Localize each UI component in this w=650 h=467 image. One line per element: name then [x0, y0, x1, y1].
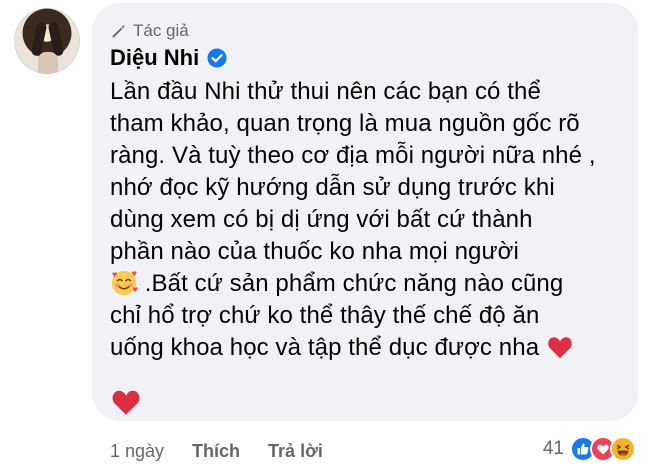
- comment-line: chỉ hổ trợ chứ ko thể thây thế chế độ ăn: [110, 302, 540, 329]
- comment-line: tham khảo, quan trọng là mua nguồn gốc r…: [110, 110, 580, 137]
- verified-badge-icon: [207, 48, 227, 68]
- comment-line: phần nào của thuốc ko nha mọi người: [110, 238, 519, 265]
- comment-line: dùng xem có bị dị ứng với bất cứ thành: [110, 206, 533, 233]
- haha-reaction-icon: [610, 436, 636, 462]
- comment-screenshot: Tác giả Diệu Nhi Lần đầu Nhi thử thui nê…: [0, 0, 650, 467]
- avatar[interactable]: [14, 8, 80, 74]
- author-name-row: Diệu Nhi: [110, 45, 227, 71]
- comment-line-with-emoji: .Bất cứ sản phẩm chức năng nào cũng: [110, 268, 615, 300]
- comment-line: Lần đầu Nhi thử thui nên các bạn có thể: [110, 78, 541, 105]
- comment-line-text: .Bất cứ sản phẩm chức năng nào cũng: [138, 270, 564, 297]
- pen-icon: [112, 25, 125, 37]
- comment-line: ràng. Và tuỳ theo cơ địa mỗi người nữa n…: [110, 142, 596, 169]
- comment-line-text: uống khoa học và tập thể dục được nha: [110, 334, 540, 361]
- reaction-summary[interactable]: 41: [543, 436, 636, 462]
- comment-body: Lần đầu Nhi thử thui nên các bạn có thể …: [110, 76, 615, 364]
- author-badge-label: Tác giả: [133, 21, 189, 40]
- comment-line-with-heart: uống khoa học và tập thể dục được nha: [110, 332, 615, 364]
- reply-button[interactable]: Trả lời: [268, 441, 323, 462]
- comment-line: nhớ đọc kỹ hướng dẫn sử dụng trước khi: [110, 174, 555, 201]
- author-badge: Tác giả: [110, 21, 189, 41]
- reaction-count: 41: [542, 438, 564, 459]
- author-name[interactable]: Diệu Nhi: [110, 45, 199, 71]
- comment-actions: 1 ngày Thích Trả lời: [110, 441, 323, 462]
- red-heart-emoji: [112, 390, 140, 415]
- comment-timestamp[interactable]: 1 ngày: [110, 441, 164, 462]
- reaction-icons: [570, 436, 636, 462]
- red-heart-emoji: [548, 336, 572, 358]
- like-button[interactable]: Thích: [192, 441, 240, 462]
- avatar-body: [38, 52, 58, 74]
- smiling-face-with-hearts-emoji: [111, 270, 138, 295]
